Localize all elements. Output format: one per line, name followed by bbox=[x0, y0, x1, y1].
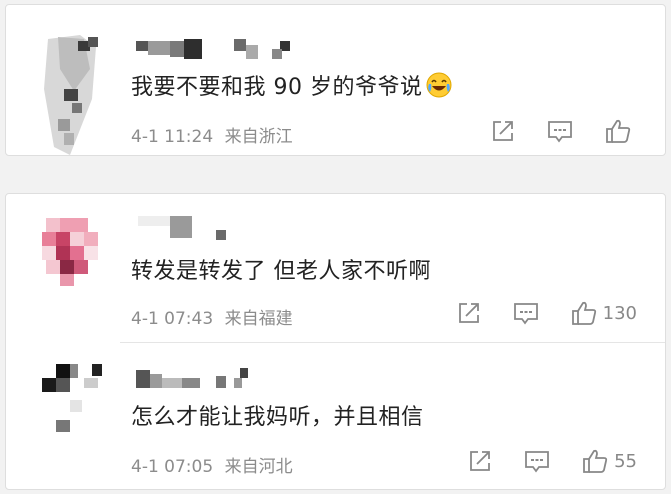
comment-date: 4-1 07:43 bbox=[131, 309, 214, 329]
comment-text: 我要不要和我 90 岁的爷爷说 bbox=[131, 69, 452, 104]
comment-icon bbox=[525, 451, 549, 473]
comment-actions: 55 bbox=[436, 446, 637, 476]
comment-actions: 130 bbox=[425, 298, 637, 328]
comment-button[interactable] bbox=[547, 119, 573, 143]
comment-meta: 4-1 07:43 来自福建 bbox=[131, 304, 293, 329]
comment-text: 转发是转发了 但老人家不听啊 bbox=[131, 259, 431, 284]
username[interactable] bbox=[130, 368, 370, 390]
share-button[interactable] bbox=[491, 119, 515, 143]
comment-date: 4-1 07:05 bbox=[131, 457, 214, 477]
comment-divider bbox=[120, 342, 665, 343]
share-icon bbox=[470, 451, 490, 471]
comment-button[interactable] bbox=[524, 449, 550, 473]
avatar[interactable] bbox=[34, 29, 104, 155]
thumbs-up-icon bbox=[606, 119, 631, 143]
comment-icon bbox=[513, 303, 538, 325]
comment-button[interactable] bbox=[513, 301, 539, 325]
share-button[interactable] bbox=[468, 449, 492, 473]
comment-meta: 4-1 11:24 来自浙江 bbox=[131, 122, 293, 147]
comment-card: 我要不要和我 90 岁的爷爷说 4-1 11:24 来自浙江 bbox=[5, 4, 666, 156]
thumbs-up-icon bbox=[583, 449, 608, 473]
laughing-crying-emoji-icon bbox=[426, 72, 452, 104]
comment-location: 来自河北 bbox=[224, 457, 293, 477]
comment-actions bbox=[459, 116, 637, 146]
share-button[interactable] bbox=[457, 301, 481, 325]
avatar[interactable] bbox=[34, 364, 104, 434]
username[interactable] bbox=[130, 39, 370, 61]
like-button[interactable] bbox=[605, 118, 637, 144]
comment-meta: 4-1 07:05 来自河北 bbox=[131, 452, 293, 477]
comment-location: 来自福建 bbox=[224, 309, 293, 329]
like-button[interactable]: 130 bbox=[571, 300, 637, 326]
comment-text: 怎么才能让我妈听，并且相信 bbox=[131, 405, 424, 430]
like-button[interactable]: 55 bbox=[582, 448, 637, 474]
share-icon bbox=[493, 121, 513, 141]
username[interactable] bbox=[130, 216, 370, 240]
avatar[interactable] bbox=[34, 218, 104, 288]
avatar-image bbox=[44, 35, 98, 155]
comment-icon bbox=[548, 121, 572, 143]
comment-location: 来自浙江 bbox=[224, 127, 293, 147]
share-icon bbox=[458, 303, 479, 323]
like-count: 55 bbox=[614, 450, 637, 472]
comment-card: 转发是转发了 但老人家不听啊 4-1 07:43 来自福建 130 怎么才能让我… bbox=[5, 193, 666, 490]
like-count: 130 bbox=[602, 302, 637, 324]
thumbs-up-icon bbox=[571, 301, 596, 325]
comment-date: 4-1 11:24 bbox=[131, 127, 214, 147]
